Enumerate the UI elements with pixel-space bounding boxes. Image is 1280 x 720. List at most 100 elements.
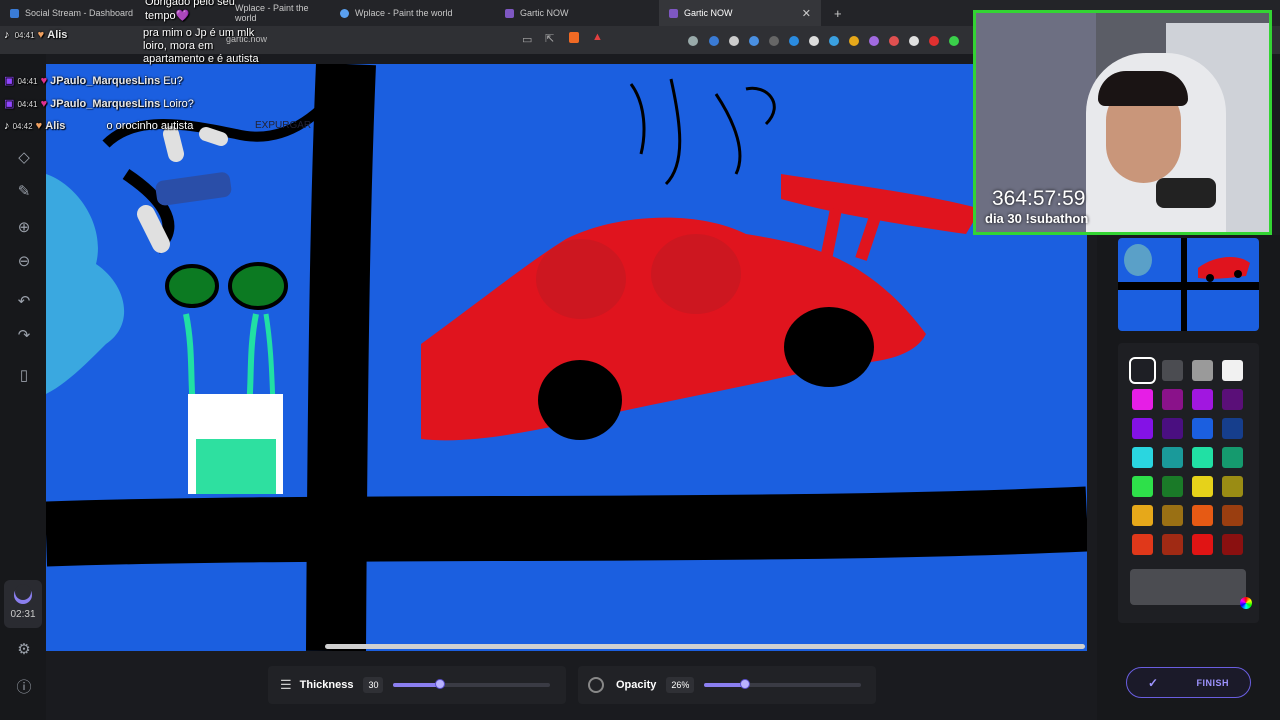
menu-lines-icon: ☰ — [280, 677, 292, 692]
color-swatch[interactable] — [1162, 389, 1183, 410]
eraser-icon[interactable]: ◇ — [14, 148, 34, 168]
zoom-out-icon[interactable]: ⊖ — [14, 252, 34, 272]
thickness-slider[interactable] — [393, 679, 551, 689]
brave-shield-icon[interactable] — [569, 32, 579, 43]
color-swatch[interactable] — [1192, 476, 1213, 497]
microphone-shape — [1156, 178, 1216, 208]
color-swatch[interactable] — [1192, 447, 1213, 468]
finish-label: FINISH — [1196, 677, 1230, 688]
thickness-control: ☰ Thickness 30 — [268, 666, 566, 704]
color-wheel-icon — [1240, 597, 1252, 609]
extension-icon[interactable] — [849, 36, 859, 46]
extension-icon[interactable] — [688, 36, 698, 46]
color-swatch[interactable] — [1222, 476, 1243, 497]
settings-gear-icon[interactable]: ⚙ — [14, 640, 34, 660]
hair-shape — [1098, 71, 1188, 106]
undo-icon[interactable]: ↶ — [14, 292, 34, 312]
color-swatch[interactable] — [1192, 418, 1213, 439]
extension-icon[interactable] — [789, 36, 799, 46]
extension-icon[interactable] — [809, 36, 819, 46]
color-swatch[interactable] — [1222, 360, 1243, 381]
round-timer: 02:31 — [4, 580, 42, 628]
extension-icon[interactable] — [749, 36, 759, 46]
finish-button[interactable]: ✓ FINISH — [1126, 667, 1251, 698]
color-swatch[interactable] — [1132, 418, 1153, 439]
extension-icon[interactable] — [889, 36, 899, 46]
color-swatch[interactable] — [1132, 505, 1153, 526]
extension-icon[interactable] — [949, 36, 959, 46]
color-swatch[interactable] — [1162, 360, 1183, 381]
color-swatch[interactable] — [1162, 534, 1183, 555]
webcam-overlay: 364:57:59 dia 30 !subathon — [973, 10, 1272, 235]
color-swatch[interactable] — [1222, 418, 1243, 439]
tab-label: Gartic NOW — [684, 8, 733, 18]
brave-rewards-icon[interactable]: ▲ — [592, 31, 603, 43]
tab-label: Wplace - Paint the world — [235, 3, 309, 23]
color-swatch[interactable] — [1162, 476, 1183, 497]
heart-icon: ♥ — [37, 29, 45, 41]
thickness-label: Thickness — [299, 679, 354, 691]
color-swatch[interactable] — [1192, 534, 1213, 555]
tab-gartic-active[interactable]: Gartic NOW ✕ — [659, 0, 821, 26]
new-tab-button[interactable]: + — [824, 0, 844, 26]
extension-icon[interactable] — [909, 36, 919, 46]
opacity-slider[interactable] — [704, 679, 862, 689]
extension-icon[interactable] — [709, 36, 719, 46]
chat-message: ♪ 04:41 ♥ Alis — [4, 29, 68, 41]
color-swatch[interactable] — [1222, 389, 1243, 410]
gartic-icon — [505, 8, 514, 18]
custom-color-button[interactable] — [1130, 569, 1252, 609]
canvas-horizontal-scrollbar[interactable] — [325, 644, 1085, 649]
heart-icon: ♥ — [40, 75, 48, 87]
info-icon[interactable]: ⓘ — [14, 678, 34, 698]
color-swatch[interactable] — [1132, 447, 1153, 468]
color-swatch[interactable] — [1129, 357, 1156, 384]
heart-icon: ♥ — [40, 98, 48, 110]
color-swatch[interactable] — [1192, 505, 1213, 526]
slider-knob[interactable] — [740, 679, 751, 689]
share-icon[interactable]: ⇱ — [545, 32, 554, 45]
extension-icon[interactable] — [869, 36, 879, 46]
color-swatch[interactable] — [1162, 505, 1183, 526]
color-swatch[interactable] — [1132, 534, 1153, 555]
eyedropper-icon[interactable]: ✎ — [14, 182, 34, 202]
color-swatch[interactable] — [1192, 360, 1213, 381]
extension-icon[interactable] — [829, 36, 839, 46]
color-swatch[interactable] — [1222, 505, 1243, 526]
cyan-cloud-shape — [46, 174, 125, 394]
color-swatch[interactable] — [1162, 418, 1183, 439]
slider-knob[interactable] — [435, 679, 446, 689]
extension-icon[interactable] — [769, 36, 779, 46]
close-tab-icon[interactable]: ✕ — [802, 7, 811, 20]
tiktok-icon: ♪ — [4, 120, 10, 132]
file-icon[interactable]: ▯ — [14, 366, 34, 386]
tab-wplace-2[interactable]: Wplace - Paint the world — [330, 0, 490, 26]
tab-label: Wplace - Paint the world — [355, 8, 453, 18]
color-swatch[interactable] — [1222, 447, 1243, 468]
color-swatch[interactable] — [1132, 476, 1153, 497]
chat-line: Obrigado pelo seu — [145, 0, 235, 8]
check-icon: ✓ — [1147, 675, 1159, 690]
color-swatch[interactable] — [1162, 447, 1183, 468]
zoom-in-icon[interactable]: ⊕ — [14, 218, 34, 238]
tab-gartic-1[interactable]: Gartic NOW — [495, 0, 655, 26]
color-swatch[interactable] — [1132, 389, 1153, 410]
cast-icon[interactable]: ▭ — [522, 33, 532, 46]
canvas-preview-thumbnail[interactable] — [1118, 238, 1259, 331]
extension-icon[interactable] — [729, 36, 739, 46]
twitch-icon: ▣ — [4, 98, 15, 110]
redo-icon[interactable]: ↷ — [14, 326, 34, 346]
tab-social-stream[interactable]: Social Stream - Dashboard — [0, 0, 160, 26]
subathon-label: dia 30 !subathon — [985, 211, 1089, 226]
drawing-canvas[interactable] — [46, 64, 1087, 651]
tab-label: Gartic NOW — [520, 8, 569, 18]
opacity-value[interactable]: 26% — [666, 677, 695, 693]
color-swatch[interactable] — [1222, 534, 1243, 555]
thickness-value[interactable]: 30 — [363, 677, 384, 693]
timer-text: 02:31 — [10, 609, 36, 620]
chat-line: tempo💜 — [145, 10, 190, 22]
opacity-label: Opacity — [616, 679, 657, 691]
color-swatch[interactable] — [1192, 389, 1213, 410]
extension-icon[interactable] — [929, 36, 939, 46]
tiktok-icon: ♪ — [4, 29, 10, 41]
